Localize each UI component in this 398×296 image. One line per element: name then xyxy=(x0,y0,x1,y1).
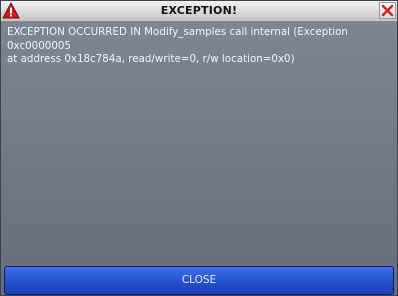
dialog-title: EXCEPTION! xyxy=(160,4,238,17)
title-bar: EXCEPTION! xyxy=(1,1,397,22)
exception-dialog: EXCEPTION! EXCEPTION OCCURRED IN Modify_… xyxy=(0,0,398,296)
close-x-icon[interactable] xyxy=(379,2,396,19)
close-button[interactable]: CLOSE xyxy=(4,266,394,295)
exception-message: EXCEPTION OCCURRED IN Modify_samples cal… xyxy=(7,26,348,65)
